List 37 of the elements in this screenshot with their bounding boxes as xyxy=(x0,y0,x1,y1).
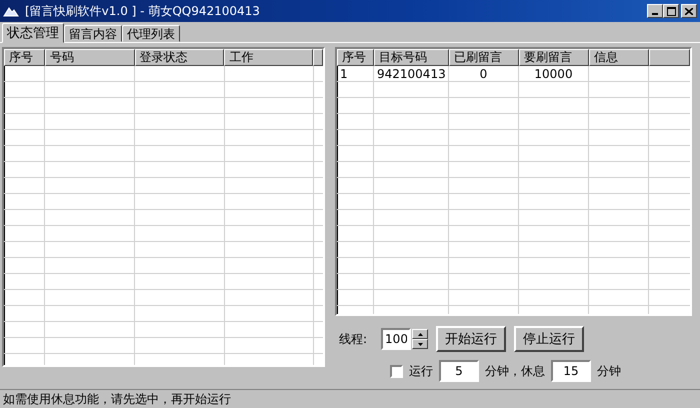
table-cell-text: 942100413 xyxy=(376,66,447,82)
column-header[interactable]: 序号 xyxy=(337,49,374,66)
column-header[interactable]: 已刷留言 xyxy=(449,49,519,66)
column-header[interactable]: 目标号码 xyxy=(374,49,449,66)
column-header[interactable]: 信息 xyxy=(589,49,649,66)
up-arrow-icon xyxy=(418,332,423,336)
minimize-button[interactable] xyxy=(647,4,663,18)
threads-label: 线程: xyxy=(339,330,368,348)
down-arrow-icon xyxy=(418,342,423,346)
table-cell-text: 10000 xyxy=(533,66,574,82)
action-button[interactable]: 开始运行 xyxy=(436,326,506,352)
column-header[interactable]: 号码 xyxy=(44,49,135,66)
table-cell-text: 0 xyxy=(478,66,488,82)
column-header[interactable]: 工作 xyxy=(224,49,313,66)
table-cell-text: 1 xyxy=(339,66,349,82)
minutes-label: 分钟 xyxy=(597,362,621,380)
action-button[interactable]: 停止运行 xyxy=(514,326,584,352)
maximize-button[interactable] xyxy=(663,4,679,18)
run-label: 运行 xyxy=(409,362,433,380)
spin-down-button[interactable] xyxy=(412,339,428,349)
column-header[interactable]: 序号 xyxy=(4,49,45,66)
status-text: 如需使用休息功能，请先选中，再开始运行 xyxy=(3,390,231,408)
close-icon xyxy=(685,8,693,14)
tab[interactable]: 代理列表 xyxy=(122,25,180,42)
close-button[interactable] xyxy=(681,4,697,18)
threads-field[interactable]: 100 xyxy=(381,328,412,350)
column-header[interactable]: 要刷留言 xyxy=(519,49,589,66)
maximize-icon xyxy=(666,6,676,16)
rest-checkbox[interactable] xyxy=(390,364,403,378)
window-title: [留言快刷软件v1.0 ] - 萌女QQ942100413 xyxy=(25,2,260,20)
spin-up-button[interactable] xyxy=(412,329,428,339)
rest-minutes-field[interactable]: 15 xyxy=(551,360,591,382)
minutes-rest-label: 分钟，休息 xyxy=(485,362,545,380)
run-minutes-field[interactable]: 5 xyxy=(439,360,479,382)
column-header[interactable]: 登录状态 xyxy=(134,49,224,66)
tab[interactable]: 状态管理 xyxy=(2,23,64,43)
tab[interactable]: 留言内容 xyxy=(64,25,122,42)
